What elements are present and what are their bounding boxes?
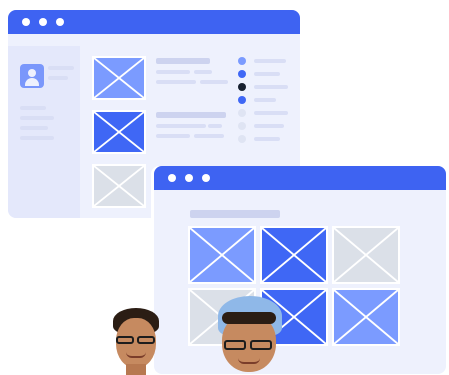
image-placeholder	[260, 226, 328, 284]
text-line-placeholder	[254, 59, 286, 63]
glasses-icon	[224, 340, 246, 350]
text-line-placeholder	[254, 124, 284, 128]
text-line-placeholder	[156, 124, 206, 128]
front-window	[154, 166, 446, 374]
back-window-sidebar	[8, 46, 80, 218]
front-window-titlebar	[154, 166, 446, 190]
text-line-placeholder	[20, 106, 46, 110]
image-placeholder	[92, 164, 146, 208]
list-bullet-icon	[238, 57, 246, 65]
text-line-placeholder	[200, 80, 228, 84]
heading-placeholder	[156, 58, 210, 64]
text-line-placeholder	[208, 124, 222, 128]
list-bullet-icon	[238, 96, 246, 104]
list-bullet-icon	[238, 135, 246, 143]
window-dot-icon[interactable]	[39, 18, 47, 26]
heading-placeholder	[190, 210, 280, 218]
text-line-placeholder	[48, 66, 74, 70]
text-line-placeholder	[254, 111, 288, 115]
illustration	[0, 0, 449, 375]
text-line-placeholder	[254, 72, 280, 76]
window-dot-icon[interactable]	[168, 174, 176, 182]
text-line-placeholder	[254, 98, 276, 102]
text-line-placeholder	[254, 85, 288, 89]
heading-placeholder	[156, 112, 226, 118]
window-dot-icon[interactable]	[202, 174, 210, 182]
list-bullet-icon	[238, 109, 246, 117]
image-placeholder	[332, 288, 400, 346]
text-line-placeholder	[20, 136, 54, 140]
user-icon[interactable]	[20, 64, 44, 88]
glasses-icon	[116, 336, 134, 344]
back-window-titlebar	[8, 10, 300, 34]
avatar-person-glasses	[104, 306, 168, 375]
text-line-placeholder	[194, 70, 212, 74]
image-placeholder	[92, 110, 146, 154]
text-line-placeholder	[20, 126, 48, 130]
window-dot-icon[interactable]	[185, 174, 193, 182]
text-line-placeholder	[156, 70, 190, 74]
image-placeholder	[92, 56, 146, 100]
image-placeholder	[332, 226, 400, 284]
text-line-placeholder	[156, 80, 196, 84]
text-line-placeholder	[48, 76, 68, 80]
list-bullet-icon	[238, 122, 246, 130]
list-bullet-icon	[238, 70, 246, 78]
avatar-person-beanie	[208, 296, 290, 375]
text-line-placeholder	[194, 134, 224, 138]
image-placeholder	[188, 226, 256, 284]
list-bullet-icon	[238, 83, 246, 91]
window-dot-icon[interactable]	[56, 18, 64, 26]
text-line-placeholder	[20, 116, 54, 120]
text-line-placeholder	[156, 134, 190, 138]
text-line-placeholder	[254, 137, 280, 141]
window-dot-icon[interactable]	[22, 18, 30, 26]
